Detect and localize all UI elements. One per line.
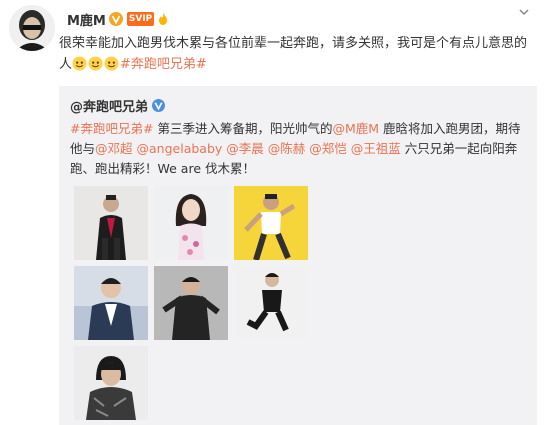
hashtag-link[interactable]: #奔跑吧兄弟#	[120, 57, 207, 72]
chevron-down-icon[interactable]	[518, 6, 530, 18]
photo-4[interactable]	[74, 266, 148, 340]
photo-5[interactable]	[154, 266, 228, 340]
fire-icon[interactable]	[156, 12, 170, 26]
mention-6[interactable]: @王祖蓝	[351, 141, 401, 156]
mention-2[interactable]: @angelababy	[137, 141, 223, 156]
mention-4[interactable]: @陈赫	[268, 141, 306, 156]
photo-3[interactable]	[234, 186, 308, 260]
emoji-face-icon	[104, 56, 119, 71]
mention-luhan[interactable]: @M鹿M	[332, 121, 379, 136]
mention-1[interactable]: @邓超	[95, 141, 133, 156]
member-badge-icon[interactable]: SVIP	[126, 12, 155, 26]
photo-2[interactable]	[154, 186, 228, 260]
photo-6[interactable]	[234, 266, 308, 340]
repost-text-1: 第三季进入筹备期，阳光帅气的	[157, 121, 333, 136]
repost-author: @奔跑吧兄弟	[70, 96, 166, 115]
mention-5[interactable]: @郑恺	[309, 141, 347, 156]
repost-text: #奔跑吧兄弟# 第三季进入筹备期，阳光帅气的@M鹿M 鹿晗将加入跑男团，期待他与…	[70, 119, 526, 179]
avatar[interactable]	[9, 5, 55, 51]
verified-icon	[152, 99, 166, 112]
emoji-face-icon	[72, 56, 87, 71]
mention-3[interactable]: @李晨	[226, 141, 264, 156]
repost-author-name[interactable]: @奔跑吧兄弟	[70, 96, 148, 115]
repost-card: @奔跑吧兄弟 #奔跑吧兄弟# 第三季进入筹备期，阳光帅气的@M鹿M 鹿晗将加入跑…	[59, 86, 537, 425]
repost-hashtag[interactable]: #奔跑吧兄弟#	[70, 121, 153, 136]
post-header: M鹿M SVIP	[67, 9, 170, 29]
author-name[interactable]: M鹿M	[67, 10, 106, 29]
photo-7[interactable]	[74, 346, 148, 420]
photo-1[interactable]	[74, 186, 148, 260]
emoji-face-icon	[88, 56, 103, 71]
post-text: 很荣幸能加入跑男伐木累与各位前辈一起奔跑，请多关照，我可是个有点儿意思的人 #奔跑…	[59, 33, 537, 75]
verified-icon	[108, 12, 123, 26]
